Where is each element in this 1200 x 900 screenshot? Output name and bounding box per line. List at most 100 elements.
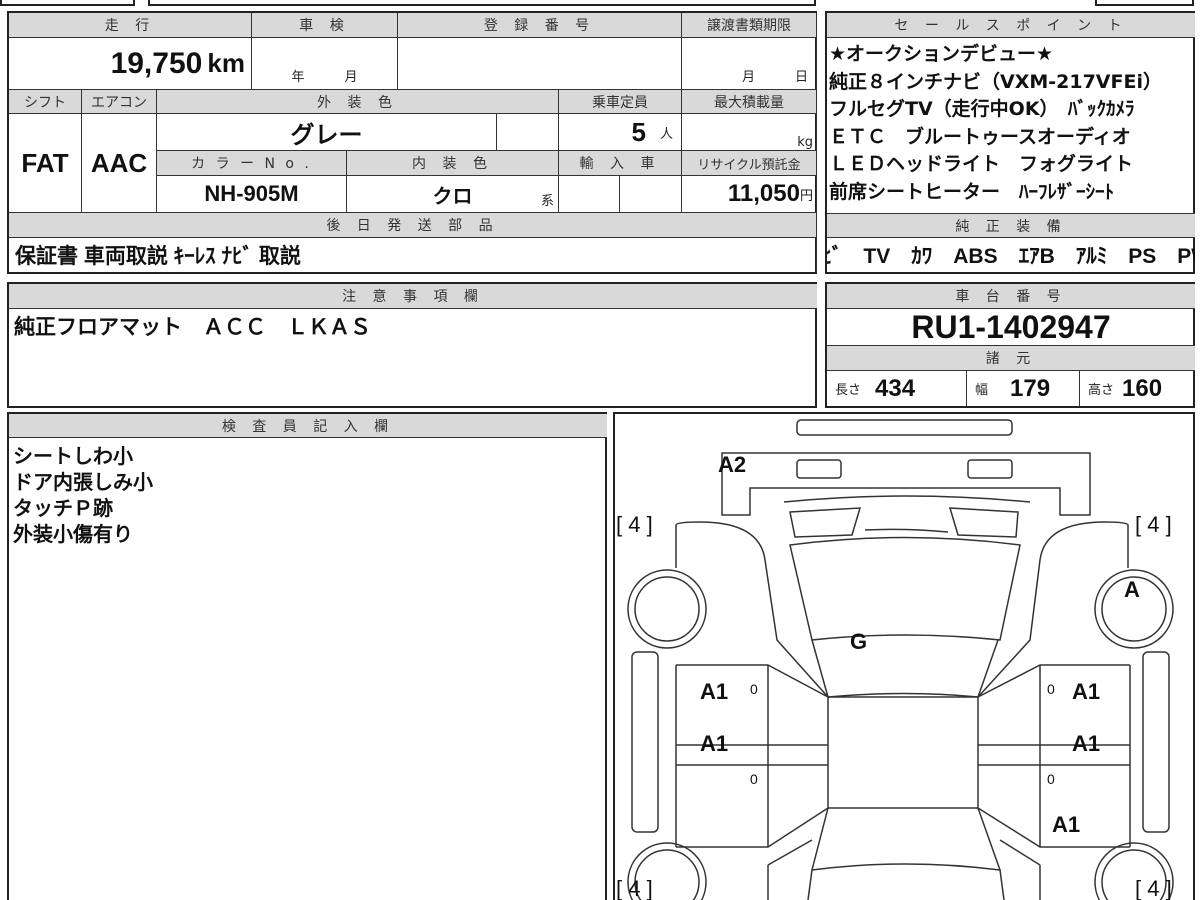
mileage-value: 19,750 km — [9, 38, 252, 90]
damage-code-fender: A1 — [1052, 812, 1080, 837]
damage-diagram: [ 4 ] [ 4 ] [ 4 ] [ 4 ] A2 A G A1 A1 A1 … — [613, 412, 1195, 900]
month-label: 月 — [344, 70, 358, 85]
color-no-value: NH-905M — [157, 176, 347, 213]
width-cell: 幅 179 — [967, 371, 1080, 406]
interior-color-value: クロ 系 — [347, 176, 559, 213]
chassis-header: 車 台 番 号 — [827, 284, 1195, 309]
equipment-header: 純 正 装 備 — [827, 213, 1195, 238]
inspector-panel: 検 査 員 記 入 欄 シートしわ小 ドア内張しみ小 タッチＰ跡 外装小傷有り — [7, 412, 607, 900]
exterior-color-header: 外 装 色 — [157, 90, 559, 114]
top-cell — [0, 0, 135, 6]
hood — [807, 869, 1005, 900]
tire-tread-rl: [ 4 ] — [616, 512, 653, 537]
damage-code-roof: G — [850, 629, 867, 654]
length-value: 434 — [875, 374, 916, 402]
shift-header: シフト — [9, 90, 82, 114]
wheel-inner — [634, 576, 700, 642]
aircon-value: AAC — [82, 114, 157, 213]
windshield — [810, 807, 1002, 871]
damage-code-rear-bumper: A2 — [718, 452, 746, 477]
shift-value: FAT — [9, 114, 82, 213]
max-load-value: kg — [682, 114, 817, 151]
left-step — [631, 651, 659, 833]
door-mark: 0 — [1047, 771, 1055, 787]
interior-color-text: クロ — [432, 185, 473, 208]
door-mark: 0 — [1047, 681, 1055, 697]
wheel-rear-left — [627, 569, 707, 649]
inspector-note: ドア内張しみ小 — [13, 470, 153, 494]
interior-color-header: 内 装 色 — [347, 151, 559, 176]
deadline-value: 月日 — [682, 38, 817, 90]
tire-tread-fl: [ 4 ] — [616, 876, 653, 900]
inspection-header: 車 検 — [252, 13, 398, 38]
inspector-header: 検 査 員 記 入 欄 — [9, 414, 607, 438]
sales-point: ★オークションデビュー★ — [829, 43, 1054, 65]
inspector-note: シートしわ小 — [13, 444, 133, 468]
recycle-unit: 円 — [799, 188, 813, 204]
vehicle-info-table: 走 行 車 検 登 録 番 号 譲渡書類期限 19,750 km 年月 月日 シ… — [7, 11, 817, 274]
sales-point: 純正８インチナビ（VXM-217VFEi） — [829, 70, 1162, 93]
recycle-value: 11,050 円 — [682, 176, 817, 213]
auction-sheet: 走 行 車 検 登 録 番 号 譲渡書類期限 19,750 km 年月 月日 シ… — [0, 0, 1200, 900]
mileage-number: 19,750 — [110, 46, 203, 80]
lamp-left — [796, 459, 842, 479]
capacity-header: 乗車定員 — [559, 90, 682, 114]
recycle-amount: 11,050 — [727, 180, 800, 207]
height-label: 高さ — [1088, 383, 1115, 398]
tail-parts — [783, 495, 1031, 538]
sales-point: ＥＴＣ ブルートゥースオーディオ — [829, 125, 1131, 148]
notes-header: 注 意 事 項 欄 — [9, 284, 817, 309]
rear-bumper — [721, 452, 1091, 516]
deadline-header: 譲渡書類期限 — [682, 13, 817, 38]
sales-points-header: セ ー ル ス ポ イ ン ト — [827, 13, 1195, 38]
length-label: 長さ — [835, 383, 862, 398]
inspector-notes: シートしわ小 ドア内張しみ小 タッチＰ跡 外装小傷有り — [13, 443, 153, 547]
rear-fenders — [675, 521, 1129, 698]
aircon-header: エアコン — [82, 90, 157, 114]
mileage-unit: km — [207, 48, 245, 78]
imported-header: 輸 入 車 — [559, 151, 682, 176]
equipment-list: ﾅﾋﾞ TV ｶﾜ ABS ｴｱB ｱﾙﾐ PS PW — [827, 245, 1195, 268]
damage-code-wheel: A — [1124, 577, 1140, 602]
capacity-value: 5人 — [559, 114, 682, 151]
inspector-note: 外装小傷有り — [13, 522, 133, 546]
chassis-number: RU1-1402947 — [827, 309, 1195, 346]
inspector-note: タッチＰ跡 — [13, 496, 113, 520]
imported-value-b — [620, 176, 682, 213]
max-load-header: 最大積載量 — [682, 90, 817, 114]
notes-text: 純正フロアマット ＡＣＣ ＬＫＡＳ — [14, 315, 371, 339]
capacity-number: 5 — [631, 116, 646, 147]
exterior-color-extra — [497, 114, 559, 151]
registration-header: 登 録 番 号 — [398, 13, 682, 38]
height-cell: 高さ 160 — [1080, 371, 1195, 406]
mileage-header: 走 行 — [9, 13, 252, 38]
damage-code-door: A1 — [1072, 679, 1100, 704]
rear-glass — [789, 536, 1021, 641]
rear-roof — [811, 639, 999, 698]
length-cell: 長さ 434 — [827, 371, 967, 406]
day-label: 日 — [794, 70, 808, 85]
roof — [827, 696, 979, 809]
car-outline: [ 4 ] [ 4 ] [ 4 ] [ 4 ] A2 A G A1 A1 A1 … — [616, 419, 1174, 900]
front-bar — [796, 419, 1013, 436]
width-label: 幅 — [975, 383, 989, 398]
month-label: 月 — [741, 70, 755, 85]
sales-points-list: ★オークションデビュー★ 純正８インチナビ（VXM-217VFEi） フルセグT… — [829, 41, 1162, 206]
tire-tread-rr: [ 4 ] — [1135, 512, 1172, 537]
recycle-header: リサイクル預託金 — [682, 151, 817, 176]
damage-code-door: A1 — [700, 731, 728, 756]
damage-code-door: A1 — [1072, 731, 1100, 756]
registration-value — [398, 38, 682, 90]
imported-value-a — [559, 176, 620, 213]
year-label: 年 — [291, 70, 305, 85]
later-parts-header: 後 日 発 送 部 品 — [9, 213, 817, 238]
top-cell — [148, 0, 816, 6]
top-cell — [1095, 0, 1194, 6]
tire-tread-fr: [ 4 ] — [1135, 876, 1172, 900]
capacity-unit: 人 — [659, 126, 673, 142]
sales-point: 前席シートヒーター ﾊｰﾌﾚｻﾞｰｼｰﾄ — [829, 180, 1115, 203]
exterior-color-value: グレー — [157, 114, 497, 151]
notes-panel: 注 意 事 項 欄 純正フロアマット ＡＣＣ ＬＫＡＳ — [7, 282, 817, 408]
later-parts-value: 保証書 車両取説 ｷｰﾚｽ ﾅﾋﾞ 取説 — [9, 238, 817, 272]
interior-suffix: 系 — [540, 194, 554, 209]
